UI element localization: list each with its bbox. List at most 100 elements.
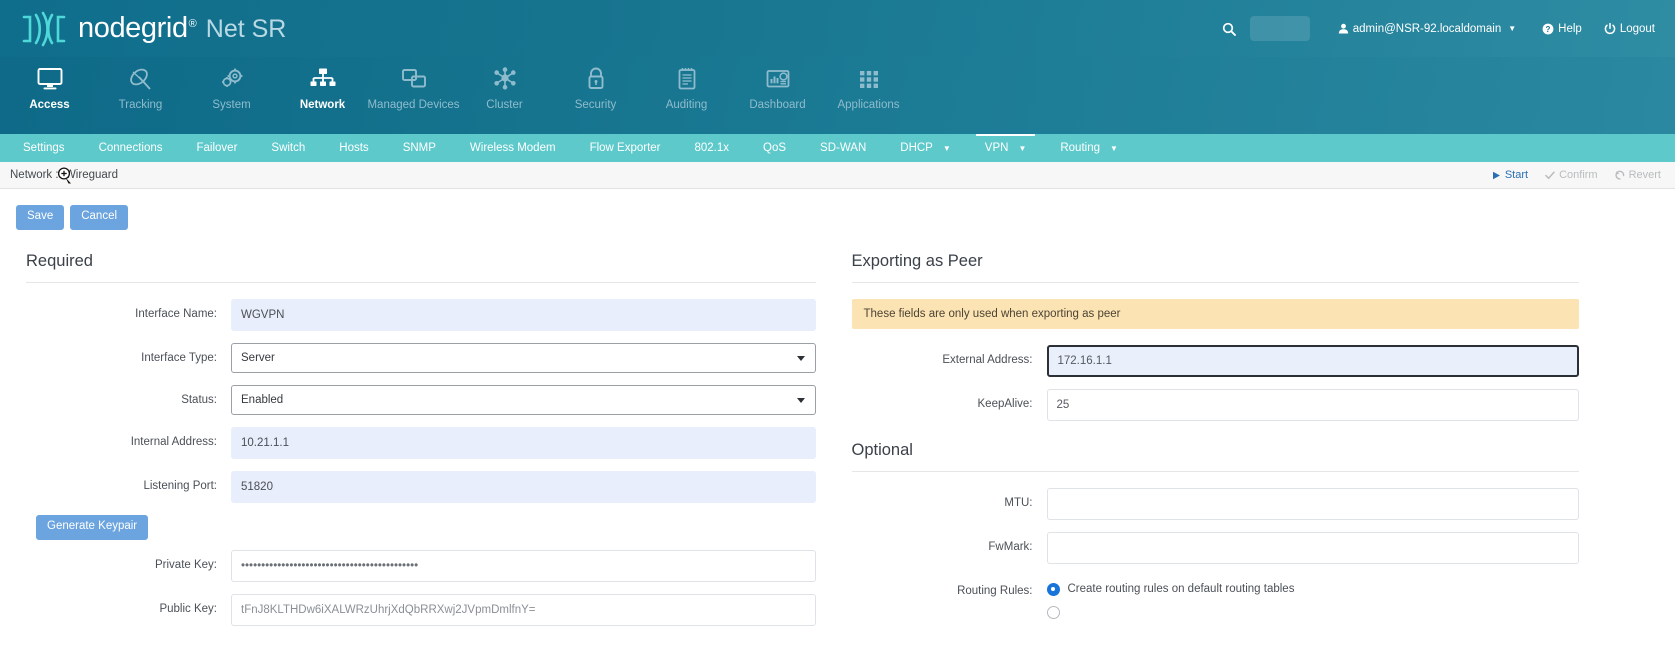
lock-icon [583,66,609,92]
field-label: Interface Type: [141,351,217,364]
subnav-item-snmp[interactable]: SNMP [386,134,453,162]
nav-item-dashboard[interactable]: Dashboard [732,57,823,111]
nav-label: Dashboard [749,99,806,111]
play-icon [1492,171,1500,179]
help-button[interactable]: ? Help [1542,23,1582,35]
routing-rules-option-default[interactable]: Create routing rules on default routing … [1046,582,1580,596]
subnav-label: Wireless Modem [469,142,556,154]
nav-item-network[interactable]: Network [277,57,368,111]
nav-label: Applications [837,99,900,111]
chevron-down-icon: ▼ [942,143,951,153]
windows-stack-icon [401,66,427,92]
revert-button[interactable]: Revert [1614,169,1661,181]
field-label: Interface Name: [135,307,217,320]
required-form: Interface Name: Interface Type: Server S… [26,283,816,626]
field-mtu: MTU: [852,487,1579,520]
field-private-key: Private Key: [26,549,816,582]
cancel-button[interactable]: Cancel [70,205,129,230]
internal-address-input[interactable] [231,426,816,459]
search-input[interactable] [1249,16,1310,41]
field-keepalive: KeepAlive: [852,388,1579,421]
subnav-label: Failover [196,142,238,154]
form-action-buttons: Save Cancel [0,189,1675,230]
nav-item-access[interactable]: Access [4,57,95,111]
logout-button[interactable]: Logout [1604,22,1655,35]
private-key-input[interactable] [231,549,816,582]
keepalive-input[interactable] [1046,388,1579,421]
external-address-input[interactable] [1046,344,1579,377]
status-select[interactable]: Enabled [231,384,816,415]
brand-model: Net SR [205,15,287,43]
user-menu[interactable]: admin@NSR-92.localdomain ▼ [1338,23,1516,35]
subnav-item-failover[interactable]: Failover [180,134,255,162]
subnav-label: VPN [984,142,1009,154]
network-tree-icon [310,66,336,92]
nav-item-managed-devices[interactable]: Managed Devices [367,57,460,111]
generate-keypair-button[interactable]: Generate Keypair [36,514,149,540]
fwmark-input[interactable] [1046,531,1579,564]
nav-item-auditing[interactable]: Auditing [641,57,732,111]
field-label: Listening Port: [143,479,217,492]
routing-rules-option-secondary[interactable] [1046,605,1580,619]
listening-port-input[interactable] [231,470,816,503]
nav-label: Cluster [486,99,523,111]
subnav-item-hosts[interactable]: Hosts [322,134,385,162]
subnav-item-switch[interactable]: Switch [254,134,322,162]
subnav-item-connections[interactable]: Connections [82,134,180,162]
nav-item-security[interactable]: Security [550,57,641,111]
cluster-nodes-icon [492,66,518,92]
subnav-label: Settings [23,142,65,154]
subnav-item-settings[interactable]: Settings [6,134,82,162]
subnav-label: SD-WAN [820,142,867,154]
field-label: KeepAlive: [977,397,1033,410]
brand-logo[interactable]: nodegrid ® Net SR [14,10,286,48]
subnav-label: 802.1x [694,142,730,154]
interface-name-input[interactable] [231,298,816,331]
start-button[interactable]: Start [1492,169,1528,181]
search-icon[interactable] [1222,22,1236,36]
user-name-label: admin@NSR-92.localdomain [1352,22,1502,35]
revert-label: Revert [1628,169,1661,181]
field-interface-name: Interface Name: [26,298,816,331]
page-body: Save Cancel Required Interface Name: Int… [0,189,1675,670]
breadcrumb-bar: Network :: Wireguard Start Confirm Rever… [0,162,1675,189]
nodegrid-logo-icon [20,10,68,48]
radio-label: Create routing rules on default routing … [1067,583,1295,596]
field-internal-address: Internal Address: [26,426,816,459]
nav-label: Managed Devices [367,99,460,111]
field-status: Status: Enabled [26,384,816,415]
breadcrumb-actions: Start Confirm Revert [1492,169,1661,181]
mtu-input[interactable] [1046,487,1579,520]
help-label: Help [1558,22,1582,35]
subnav-item-dhcp[interactable]: DHCP ▼ [883,134,968,162]
satellite-dish-icon [128,66,154,92]
nav-label: System [212,99,251,111]
public-key-input[interactable] [231,593,816,626]
radio-button[interactable] [1046,605,1060,619]
interface-type-select[interactable]: Server [231,342,816,373]
nav-label: Tracking [118,99,163,111]
subnav-label: DHCP [900,142,933,154]
confirm-button[interactable]: Confirm [1545,169,1598,181]
nav-item-cluster[interactable]: Cluster [459,57,550,111]
radio-button[interactable] [1046,582,1060,596]
field-label: Internal Address: [130,435,217,448]
field-routing-rules: Routing Rules: Create routing rules on d… [852,576,1580,629]
field-external-address: External Address: [852,344,1579,377]
subnav-item-802-1x[interactable]: 802.1x [678,134,747,162]
chevron-down-icon: ▼ [1110,143,1118,153]
required-column: Required Interface Name: Interface Type:… [0,246,838,641]
field-listening-port: Listening Port: [26,470,816,503]
save-button[interactable]: Save [16,205,65,230]
section-title-required: Required [26,246,816,283]
subnav-item-sd-wan[interactable]: SD-WAN [803,134,883,162]
nav-item-system[interactable]: System [186,57,277,111]
subnav-item-vpn[interactable]: VPN ▼ [968,134,1044,162]
field-label: MTU: [1004,496,1033,509]
subnav-item-qos[interactable]: QoS [746,134,803,162]
subnav-item-wireless-modem[interactable]: Wireless Modem [453,134,573,162]
nav-item-applications[interactable]: Applications [823,57,914,111]
subnav-item-routing[interactable]: Routing ▼ [1043,134,1135,162]
subnav-item-flow-exporter[interactable]: Flow Exporter [573,134,678,162]
nav-item-tracking[interactable]: Tracking [95,57,186,111]
